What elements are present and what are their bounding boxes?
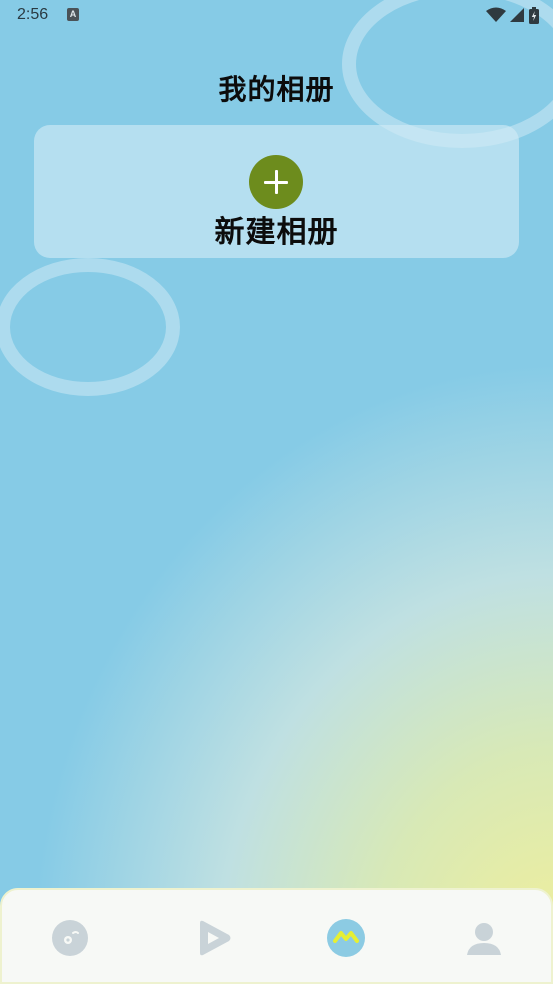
nav-user-tab[interactable] [464, 918, 504, 958]
nav-disc-tab[interactable] [50, 918, 90, 958]
status-time: 2:56 [17, 6, 49, 23]
status-bar: 2:56 A [0, 0, 553, 30]
new-album-button[interactable]: 新建相册 [34, 125, 519, 258]
nav-play-tab[interactable] [193, 918, 233, 958]
album-icon [327, 919, 365, 957]
battery-icon [529, 6, 539, 24]
status-icons [486, 6, 539, 24]
play-icon [200, 920, 231, 956]
cellular-signal-icon [510, 8, 524, 22]
bottom-navigation [0, 888, 553, 984]
disc-icon [52, 920, 88, 956]
user-icon [467, 923, 501, 955]
new-album-label: 新建相册 [214, 215, 339, 250]
plus-icon[interactable] [249, 155, 303, 209]
wifi-icon [486, 7, 506, 22]
nav-album-tab[interactable] [326, 918, 366, 958]
decorative-ring-left [0, 258, 180, 396]
notification-icon: A [67, 8, 79, 21]
page-title: 我的相册 [218, 73, 335, 106]
